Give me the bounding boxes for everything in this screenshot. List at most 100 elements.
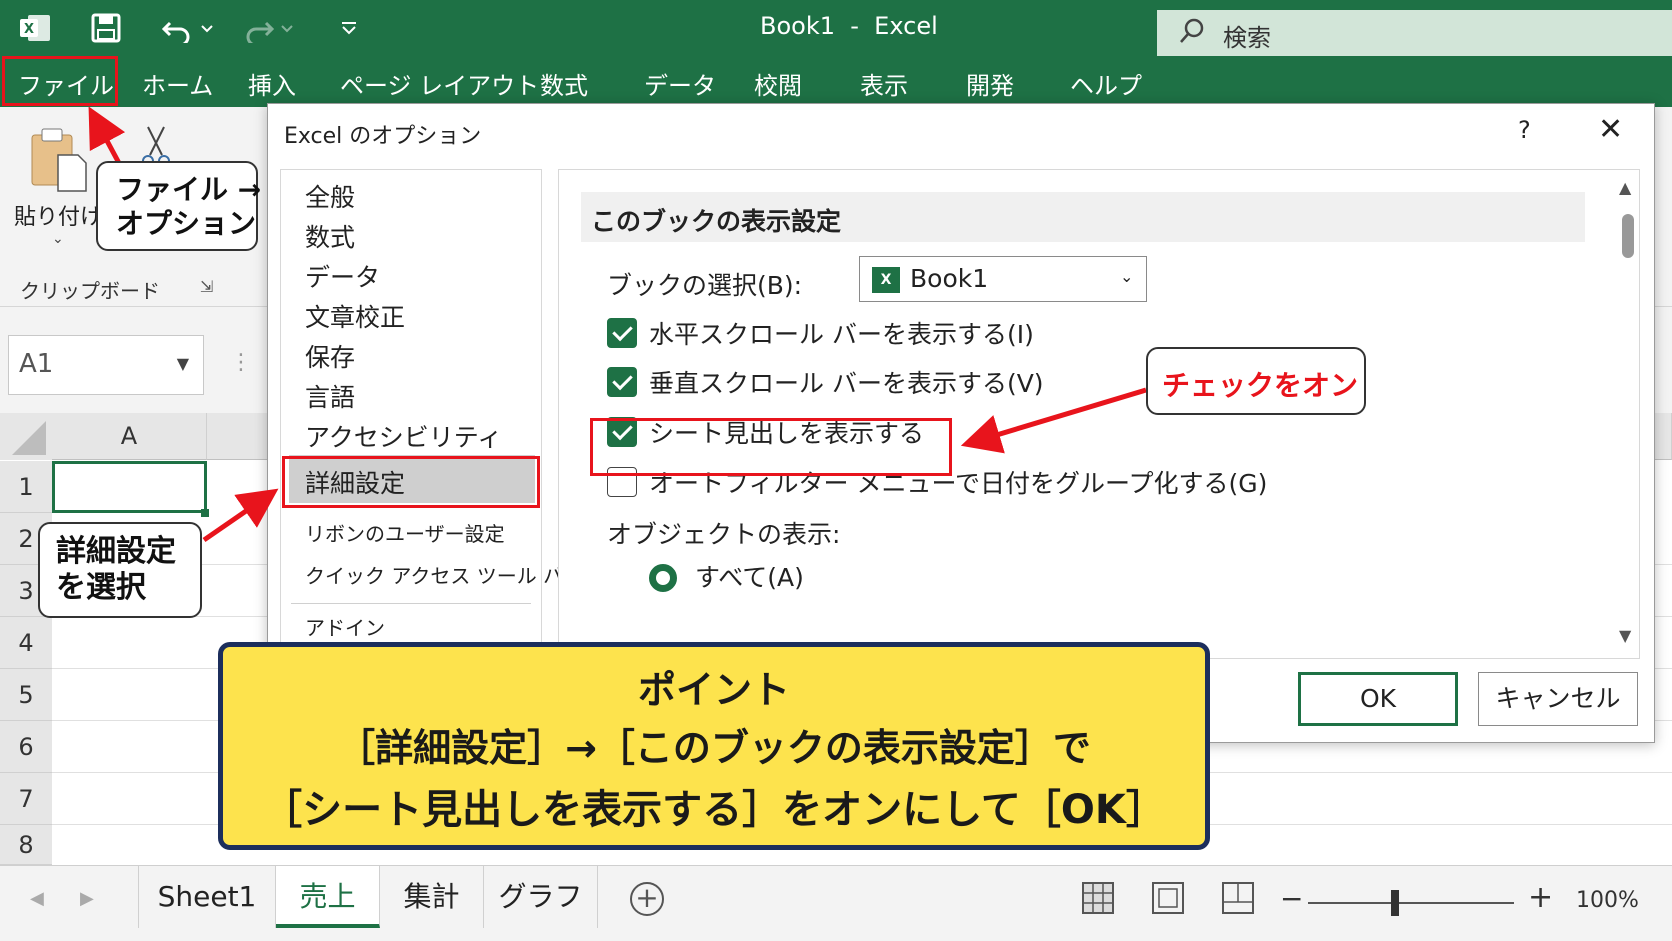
column-header-a[interactable]: A	[52, 413, 207, 460]
excel-window: X Book1 - Excel 検索 ファイル ホーム 挿入 ページ レイアウト…	[0, 0, 1672, 941]
row-header[interactable]: 1	[0, 461, 52, 513]
callout-line: 詳細設定	[56, 534, 176, 569]
sheet-tab-bar: ◀ ▶ Sheet1 売上 集計 グラフ + − + 100%	[0, 865, 1672, 941]
zoom-level[interactable]: 100%	[1576, 888, 1639, 913]
book-select-label: ブックの選択(B):	[607, 271, 803, 300]
chevron-down-icon[interactable]: ⌄	[1120, 267, 1133, 286]
dialog-title: Excel のオプション	[284, 124, 482, 149]
name-box-value: A1	[19, 349, 54, 379]
help-button[interactable]: ?	[1518, 116, 1531, 144]
chevron-down-icon[interactable]: ▼	[177, 354, 189, 373]
sheet-tab-summary[interactable]: 集計	[380, 866, 484, 928]
book-select[interactable]: X Book1 ⌄	[859, 256, 1147, 302]
row-header[interactable]: 4	[0, 617, 52, 669]
row-header[interactable]: 5	[0, 669, 52, 721]
file-tab-highlight	[2, 56, 118, 106]
nav-item-save[interactable]: 保存	[305, 338, 355, 374]
sheet-tab-graph[interactable]: グラフ	[484, 866, 598, 928]
tab-home[interactable]: ホーム	[142, 66, 213, 100]
check-on-callout: チェックをオン	[1146, 347, 1366, 415]
redo-icon[interactable]	[240, 10, 300, 46]
point-line: ［詳細設定］→［このブックの表示設定］で	[337, 726, 1091, 770]
ribbon-tabs: ファイル ホーム 挿入 ページ レイアウト 数式 データ 校閲 表示 開発 ヘル…	[0, 57, 1672, 107]
content-scrollbar[interactable]: ▲ ▼	[1619, 178, 1637, 648]
sheet-tabs-option-highlight	[590, 418, 952, 476]
nav-divider	[291, 603, 531, 604]
tab-view[interactable]: 表示	[860, 66, 908, 100]
cancel-button[interactable]: キャンセル	[1478, 672, 1638, 726]
paste-dropdown-icon[interactable]: ⌄	[52, 231, 64, 247]
zoom-slider-thumb[interactable]	[1391, 890, 1399, 916]
title-bar: X Book1 - Excel 検索	[0, 0, 1672, 57]
save-icon[interactable]	[86, 10, 126, 46]
scroll-thumb[interactable]	[1622, 214, 1634, 258]
radio-label: すべて(A)	[695, 563, 804, 592]
more-icon: ⋮	[230, 350, 252, 375]
zoom-slider[interactable]	[1308, 902, 1514, 904]
checkbox-checked[interactable]	[607, 318, 637, 348]
callout-line: を選択	[56, 570, 146, 605]
normal-view-icon[interactable]	[1082, 882, 1114, 914]
zoom-in-button[interactable]: +	[1528, 880, 1553, 915]
nav-item-quick-access[interactable]: クイック アクセス ツール バー	[305, 560, 583, 589]
row-header[interactable]: 6	[0, 721, 52, 773]
paste-icon[interactable]	[30, 127, 87, 192]
add-sheet-icon[interactable]: +	[630, 882, 664, 916]
tab-review[interactable]: 校閲	[754, 66, 802, 100]
excel-logo-icon: X	[18, 10, 54, 46]
radio-selected[interactable]	[649, 564, 677, 592]
sheet-prev-icon[interactable]: ◀	[30, 888, 44, 909]
customize-toolbar-icon[interactable]	[334, 10, 364, 46]
row-header[interactable]: 7	[0, 773, 52, 825]
objects-label: オブジェクトの表示:	[607, 520, 841, 549]
tab-developer[interactable]: 開発	[966, 66, 1014, 100]
excel-file-icon: X	[872, 267, 900, 293]
tab-page-layout[interactable]: ページ レイアウト	[340, 66, 539, 100]
checkbox-checked[interactable]	[607, 367, 637, 397]
scroll-up-icon[interactable]: ▲	[1619, 178, 1631, 197]
sheet-tab-sales[interactable]: 売上	[276, 866, 380, 928]
nav-item-language[interactable]: 言語	[305, 378, 355, 414]
nav-item-general[interactable]: 全般	[305, 178, 355, 214]
nav-item-customize-ribbon[interactable]: リボンのユーザー設定	[305, 518, 505, 547]
nav-item-data[interactable]: データ	[305, 258, 380, 294]
sheet-tab-sheet1[interactable]: Sheet1	[138, 866, 276, 928]
book-select-value: Book1	[910, 264, 989, 293]
nav-item-addins[interactable]: アドイン	[305, 612, 385, 641]
page-break-view-icon[interactable]	[1222, 882, 1254, 914]
nav-item-proofing[interactable]: 文章校正	[305, 298, 405, 334]
sheet-next-icon[interactable]: ▶	[80, 888, 94, 909]
row-header[interactable]: 8	[0, 825, 52, 865]
svg-text:X: X	[24, 22, 34, 37]
point-summary-box: ポイント ［詳細設定］→［このブックの表示設定］で ［シート見出しを表示する］を…	[218, 642, 1210, 850]
ok-button[interactable]: OK	[1298, 672, 1458, 726]
scroll-down-icon[interactable]: ▼	[1619, 626, 1631, 645]
select-all-corner[interactable]	[0, 413, 52, 460]
paste-label: 貼り付け	[14, 205, 103, 230]
options-content: このブックの表示設定 ブックの選択(B): X Book1 ⌄ 水平スクロール …	[558, 169, 1640, 659]
advanced-nav-highlight	[282, 456, 540, 508]
advanced-select-callout: 詳細設定 を選択	[38, 522, 202, 618]
zoom-out-button[interactable]: −	[1280, 882, 1303, 915]
name-box[interactable]: A1 ▼	[8, 335, 204, 395]
file-option-callout: ファイル → オプション	[96, 161, 261, 251]
tab-formulas[interactable]: 数式	[540, 66, 588, 100]
tab-help[interactable]: ヘルプ	[1070, 66, 1142, 100]
point-line: ［シート見出しを表示する］をオンにして［OK］	[262, 787, 1166, 833]
clipboard-group-label: クリップボード	[20, 279, 160, 303]
dialog-launcher-icon[interactable]: ⇲	[200, 277, 213, 296]
option-label: 垂直スクロール バーを表示する(V)	[649, 369, 1044, 398]
search-box[interactable]: 検索	[1157, 10, 1672, 56]
window-title: Book1 - Excel	[760, 12, 938, 40]
fill-handle[interactable]	[201, 509, 209, 517]
search-icon	[1177, 16, 1207, 52]
tab-insert[interactable]: 挿入	[248, 66, 296, 100]
close-button[interactable]: ✕	[1598, 112, 1623, 147]
nav-item-formulas[interactable]: 数式	[305, 218, 355, 254]
option-label: 水平スクロール バーを表示する(I)	[649, 320, 1034, 349]
active-cell-a1[interactable]	[52, 461, 207, 513]
undo-icon[interactable]	[160, 10, 220, 46]
nav-item-accessibility[interactable]: アクセシビリティ	[305, 418, 502, 454]
page-layout-view-icon[interactable]	[1152, 882, 1184, 914]
tab-data[interactable]: データ	[644, 66, 716, 100]
